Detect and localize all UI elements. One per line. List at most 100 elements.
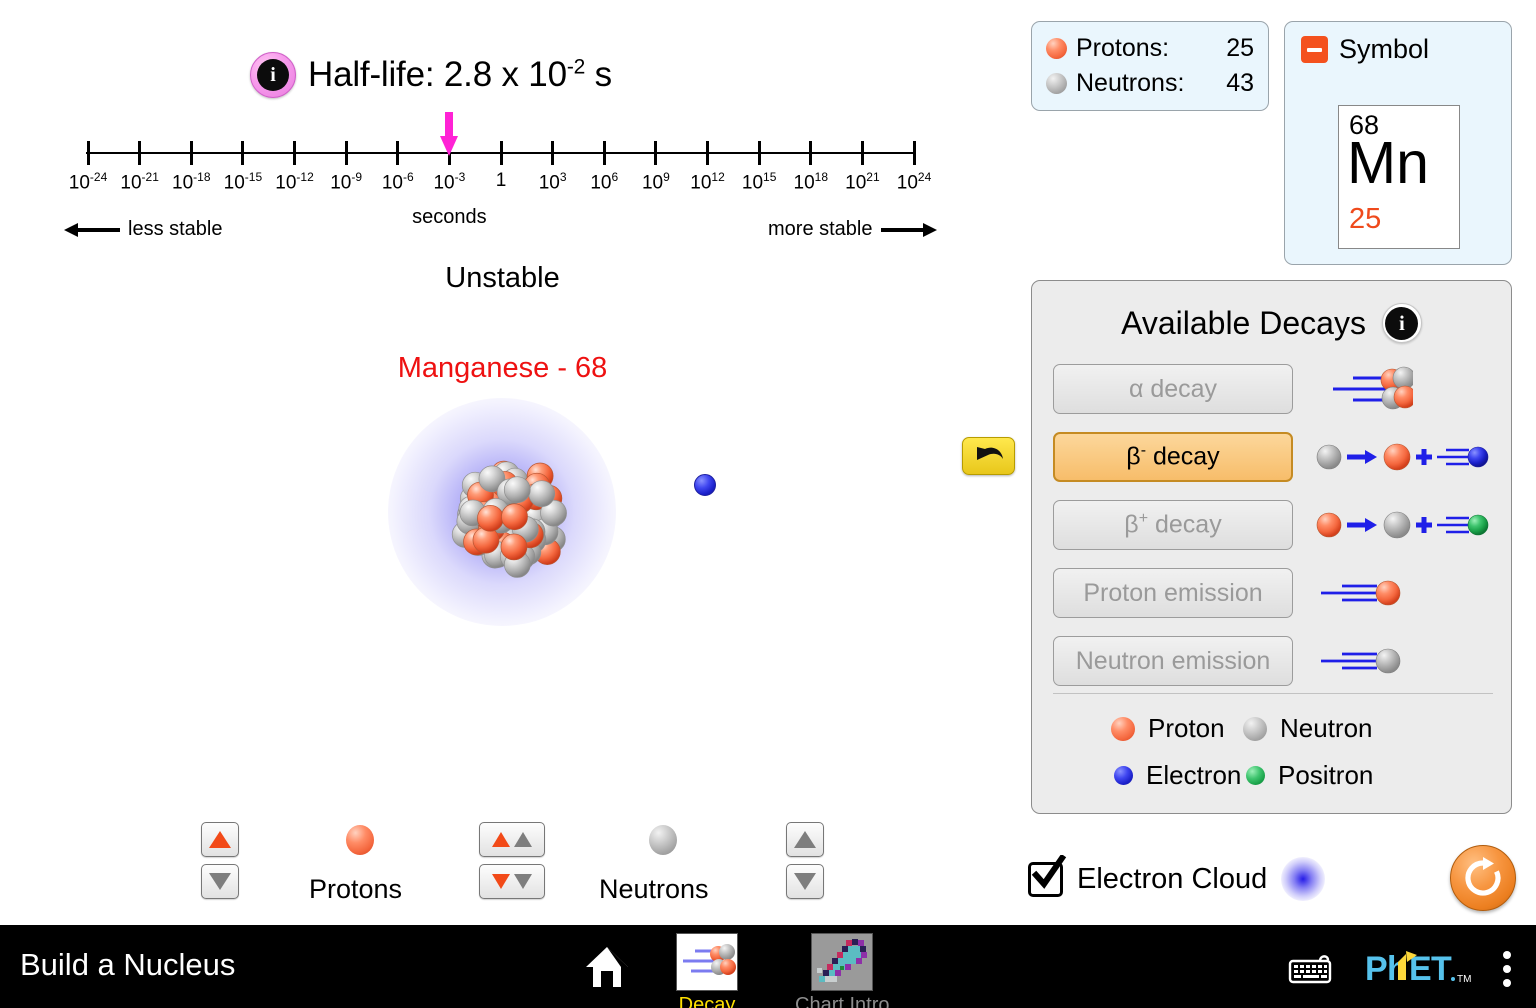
legend-divider (1053, 693, 1493, 694)
right-arrow-icon (880, 222, 937, 237)
minus-bar (1307, 47, 1322, 52)
timeline-tick-label: 109 (641, 170, 670, 194)
neutron-emission-icon (1315, 643, 1403, 679)
proton-spinner (201, 822, 239, 899)
atomic-number: 25 (1349, 203, 1382, 235)
available-decays-info-icon[interactable]: i (1381, 303, 1422, 343)
timeline-tick-label: 103 (538, 170, 567, 194)
neutron-decrement-button[interactable] (786, 864, 824, 899)
timeline-tick (499, 141, 503, 165)
tab-decay[interactable]: Decay (676, 933, 738, 1008)
timeline-tick-label: 10-24 (68, 170, 108, 194)
neutron-count-label: Neutrons: (1076, 69, 1185, 97)
beta-plus-icon (1315, 507, 1491, 543)
kebab-menu-icon[interactable] (1503, 951, 1511, 987)
more-stable-indicator: more stable (768, 218, 937, 241)
phet-logo[interactable]: P h E T TM (1365, 950, 1487, 988)
electron-cloud-label: Electron Cloud (1077, 862, 1268, 895)
legend-item-positron: Positron (1243, 760, 1423, 791)
element-symbol: Mn (1347, 130, 1429, 196)
half-life-text: Half-life: 2.8 x 10-2 s (308, 55, 612, 95)
tab-chart-intro[interactable]: Chart Intro (795, 933, 889, 1008)
proton-emission-button[interactable]: Proton emission (1053, 568, 1293, 618)
timeline-tick-label: 10-15 (223, 170, 263, 194)
reset-all-button[interactable] (1450, 845, 1516, 911)
timeline-tick-label: 1015 (741, 170, 777, 194)
proton-emission-icon (1315, 575, 1403, 611)
keyboard-icon[interactable] (1288, 951, 1336, 985)
timeline-tick (396, 141, 400, 165)
menu-dot (1503, 965, 1511, 973)
timeline-tick (293, 141, 296, 165)
timeline-tick-label: 1021 (845, 170, 880, 194)
stability-status: Unstable (445, 262, 560, 294)
legend-item-neutron: Neutron (1243, 713, 1423, 744)
timeline-tick-label: 106 (590, 170, 619, 194)
electron-cloud-checkbox[interactable] (1028, 854, 1067, 897)
both-decrement-button[interactable] (479, 864, 545, 899)
more-stable-label: more stable (768, 218, 873, 240)
symbol-panel-title: Symbol (1339, 34, 1430, 64)
neutron-dot-icon (1046, 73, 1067, 94)
reset-icon (1465, 857, 1501, 896)
timeline-tick (138, 141, 142, 165)
simulation-screen: i Half-life: 2.8 x 10-2 s 10-24 10-21 10-1… (0, 0, 1536, 1008)
neutron-increment-button[interactable] (786, 822, 824, 857)
neutron-count-value: 43 (1226, 69, 1254, 97)
proton-particle (500, 533, 528, 561)
electron-cloud-checkbox-row[interactable]: Electron Cloud (1028, 854, 1326, 901)
decay-row-beta-plus: β+ decay (1053, 500, 1493, 550)
timeline-tick (912, 141, 916, 165)
tab-decay-label: Decay (678, 994, 736, 1008)
proton-particle (501, 503, 528, 531)
neutron-spinner (786, 822, 824, 899)
decay-row-proton-emission: Proton emission (1053, 568, 1493, 618)
undo-decay-button[interactable] (962, 437, 1015, 475)
timeline-tick-label: 1012 (690, 170, 725, 194)
timeline-tick (757, 141, 761, 165)
proton-count-label: Protons: (1076, 34, 1170, 62)
alpha-decay-button[interactable]: α decay (1053, 364, 1293, 414)
info-glyph: i (1385, 306, 1419, 340)
positron-dot-icon (1246, 766, 1265, 785)
timeline-tick (86, 141, 90, 165)
menu-dot (1503, 979, 1511, 987)
legend-item-electron: Electron (1053, 760, 1243, 791)
tab-chart-intro-label: Chart Intro (795, 994, 890, 1008)
half-life-pointer-arrow (440, 112, 459, 156)
electron-dot-icon (1114, 766, 1133, 785)
decay-row-beta-minus: β- decay (1053, 432, 1493, 482)
proton-increment-button[interactable] (201, 822, 239, 857)
electron-cloud-swatch (1281, 857, 1326, 901)
neutron-dot-icon (1243, 716, 1267, 741)
info-glyph: i (257, 59, 289, 91)
legend-label-positron: Positron (1278, 760, 1374, 790)
neutron-sample-icon (649, 825, 677, 855)
both-increment-button[interactable] (479, 822, 545, 857)
beta-plus-decay-label: β+ decay (1124, 510, 1222, 539)
timeline-tick (189, 141, 193, 165)
emitted-electron-particle[interactable] (694, 474, 716, 496)
beta-minus-decay-button[interactable]: β- decay (1053, 432, 1293, 482)
legend-label-proton: Proton (1148, 713, 1225, 743)
less-stable-label: less stable (128, 218, 223, 240)
home-icon[interactable] (584, 945, 630, 989)
timeline-tick (860, 141, 864, 165)
less-stable-indicator: less stable (64, 218, 223, 241)
half-life-info-icon[interactable]: i (250, 52, 296, 98)
protons-caption: Protons (309, 874, 403, 904)
checkmark-icon (1031, 854, 1067, 889)
proton-decrement-button[interactable] (201, 864, 239, 899)
legend-row-2: Electron Positron (1053, 760, 1493, 791)
both-spinner (479, 822, 545, 899)
timeline-tick-label: 1024 (896, 170, 932, 194)
down-arrow-icon (514, 874, 532, 889)
beta-plus-decay-button[interactable]: β+ decay (1053, 500, 1293, 550)
beta-minus-icon (1315, 439, 1491, 475)
atomic-nucleus[interactable] (415, 420, 605, 610)
neutron-particle (528, 480, 556, 508)
tab-chart-intro-thumbnail (811, 933, 874, 991)
symbol-panel-header[interactable]: Symbol (1285, 22, 1511, 65)
collapse-minus-icon[interactable] (1301, 36, 1328, 63)
neutron-emission-button[interactable]: Neutron emission (1053, 636, 1293, 686)
